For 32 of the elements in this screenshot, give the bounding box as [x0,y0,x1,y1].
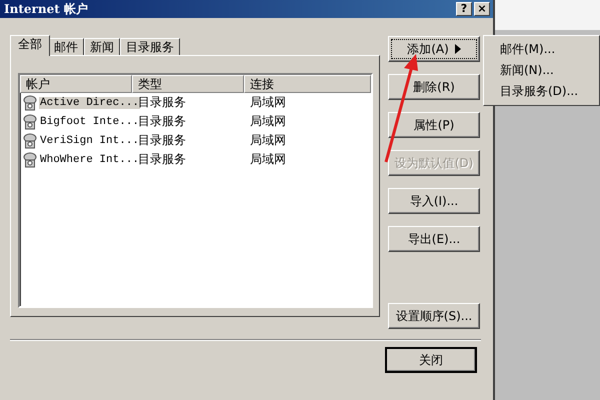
tab[interactable]: 新闻 [84,38,120,55]
account-name[interactable]: VeriSign Int... [39,134,140,146]
account-name[interactable]: WhoWhere Int... [39,154,140,166]
menu-item[interactable]: 目录服务(D)... [484,81,599,102]
close-dialog-button[interactable]: 关闭 [385,347,477,373]
action-button[interactable]: 设置顺序(S)... [388,303,480,329]
close-button[interactable]: × [474,2,490,16]
action-button[interactable]: 导出(E)... [388,226,480,252]
action-button[interactable]: 导入(I)... [388,188,480,214]
menu-item[interactable]: 邮件(M)... [484,39,599,60]
tab[interactable]: 全部 [10,35,50,56]
connection-type: 局域网 [249,94,287,111]
account-name[interactable]: Active Direc... [39,96,140,108]
tab[interactable]: 目录服务 [120,38,180,55]
contact-card-icon [22,114,38,130]
action-button[interactable]: 删除(R) [388,74,480,100]
window-title: Internet 帐户 [4,0,89,18]
column-header[interactable]: 连接 [244,75,371,93]
menu-item[interactable]: 新闻(N)... [484,60,599,81]
account-name[interactable]: Bigfoot Inte... [39,116,140,128]
action-button[interactable]: 添加(A) [388,36,480,62]
connection-type: 局域网 [249,132,287,149]
connection-type: 局域网 [249,113,287,130]
column-header[interactable]: 帐户 [20,75,132,93]
action-button[interactable]: 属性(P) [388,112,480,138]
contact-card-icon [22,132,38,148]
contact-card-icon [22,94,38,110]
tab[interactable]: 邮件 [48,38,84,55]
help-button[interactable]: ? [456,2,472,16]
connection-type: 局域网 [249,151,287,168]
column-header[interactable]: 类型 [132,75,244,93]
contact-card-icon [22,152,38,168]
